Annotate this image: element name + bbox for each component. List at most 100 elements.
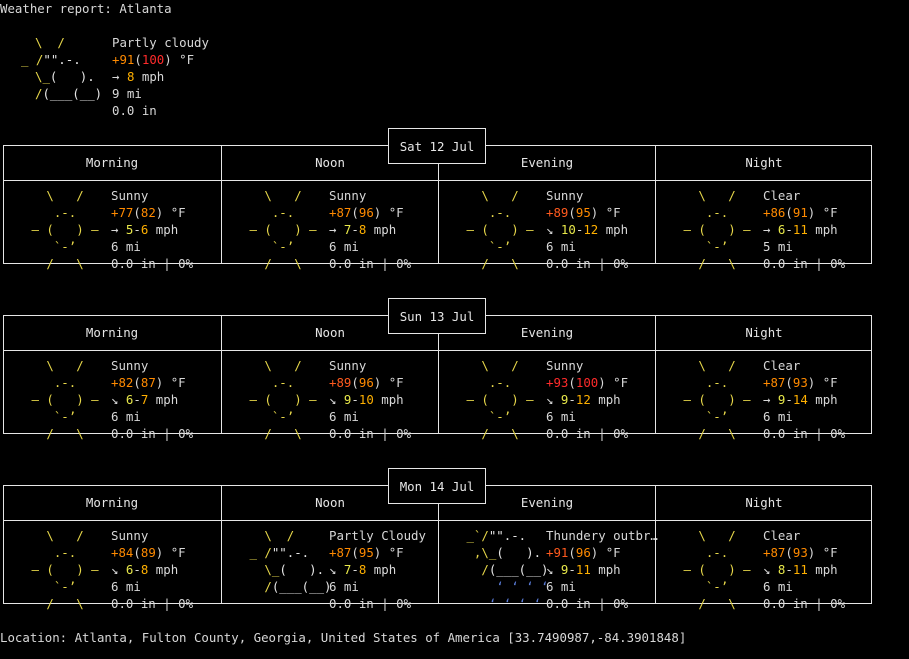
period-title: Morning — [85, 155, 139, 170]
sunny-icon: \ / .-. ― ( ) ― `-’ / \ — [242, 358, 317, 441]
period-info: Partly Cloudy +87(95) °F ↘ 7-8 mph 6 mi 0.0 … — [329, 527, 439, 612]
day-date-label: Mon 14 Jul — [388, 468, 486, 504]
condition-text: Clear — [763, 358, 801, 373]
condition-text: Partly Cloudy — [329, 528, 426, 543]
forecast-period-night: Night \ / .-. ― ( ) ― `-’ / \ Clear +87(93… — [655, 316, 872, 441]
precipitation-text: 0.0 in | 0% — [111, 596, 194, 611]
forecast-day: Morning \ / .-. ― ( ) ― `-’ / \ Sunny +77(… — [3, 128, 872, 271]
wind-text: → 9-14 mph — [763, 392, 838, 407]
forecast-period-night: Night \ / .-. ― ( ) ― `-’ / \ Clear +87(93… — [655, 486, 872, 611]
current-temperature: +91(100) °F — [112, 52, 195, 67]
sunny-icon: \ / .-. ― ( ) ― `-’ / \ — [242, 188, 317, 271]
day-date-label: Sun 13 Jul — [388, 298, 486, 334]
sunny-icon: \ / .-. ― ( ) ― `-’ / \ — [24, 188, 99, 271]
condition-text: Sunny — [329, 188, 367, 203]
temperature-text: +87(93) °F — [763, 375, 838, 390]
precipitation-text: 0.0 in | 0% — [329, 426, 412, 441]
visibility-text: 6 mi — [111, 239, 141, 254]
sunny-icon: \ / .-. ― ( ) ― `-’ / \ — [459, 188, 534, 271]
temperature-text: +89(95) °F — [546, 205, 621, 220]
precipitation-text: 0.0 in | 0% — [111, 256, 194, 271]
sunny-icon: \ / .-. ― ( ) ― `-’ / \ — [24, 358, 99, 441]
temperature-text: +93(100) °F — [546, 375, 629, 390]
current-condition: Partly cloudy — [112, 35, 209, 50]
condition-text: Thundery outbr… — [546, 528, 658, 543]
period-title: Morning — [85, 495, 139, 510]
visibility-text: 5 mi — [763, 239, 793, 254]
period-info: Sunny +89(95) °F ↘ 10-12 mph 6 mi 0.0 in | 0… — [546, 187, 656, 272]
period-info: Clear +87(93) °F ↘ 8-11 mph 6 mi 0.0 in | 0% — [763, 527, 873, 612]
clear-icon: \ / .-. ― ( ) ― `-’ / \ — [676, 528, 751, 611]
period-info: Sunny +89(96) °F ↘ 9-10 mph 6 mi 0.0 in | 0% — [329, 357, 439, 442]
precipitation-text: 0.0 in | 0% — [546, 426, 629, 441]
wind-text: ↘ 9-11 mph — [546, 562, 621, 577]
current-precipitation: 0.0 in — [112, 103, 157, 118]
condition-text: Sunny — [111, 358, 149, 373]
forecast-period-morning: Morning \ / .-. ― ( ) ― `-’ / \ Sunny +84(… — [4, 486, 220, 611]
visibility-text: 6 mi — [546, 579, 576, 594]
wind-text: → 6-11 mph — [763, 222, 838, 237]
thundery-icon: _`/"".-. ,\_( ). /(___(__) ‘ ‘ ‘ ‘ ‘ ‘ ‘… — [459, 528, 549, 611]
period-title: Night — [745, 325, 783, 340]
wind-text: → 5-6 mph — [111, 222, 179, 237]
period-info: Clear +87(93) °F → 9-14 mph 6 mi 0.0 in | 0% — [763, 357, 873, 442]
precipitation-text: 0.0 in | 0% — [546, 596, 629, 611]
visibility-text: 6 mi — [329, 409, 359, 424]
temperature-text: +87(95) °F — [329, 545, 404, 560]
wind-text: ↘ 10-12 mph — [546, 222, 629, 237]
precipitation-text: 0.0 in | 0% — [329, 256, 412, 271]
visibility-text: 6 mi — [763, 579, 793, 594]
day-date-label: Sat 12 Jul — [388, 128, 486, 164]
precipitation-text: 0.0 in | 0% — [763, 256, 846, 271]
temperature-text: +89(96) °F — [329, 375, 404, 390]
period-info: Clear +86(91) °F → 6-11 mph 5 mi 0.0 in | 0% — [763, 187, 873, 272]
current-visibility: 9 mi — [112, 86, 142, 101]
partly-cloudy-icon: \ / _ /"".-. \_( ). /(___(__) — [242, 528, 332, 594]
condition-text: Sunny — [329, 358, 367, 373]
period-info: Sunny +82(87) °F ↘ 6-7 mph 6 mi 0.0 in | 0% — [111, 357, 221, 442]
precipitation-text: 0.0 in | 0% — [546, 256, 629, 271]
temperature-text: +91(96) °F — [546, 545, 621, 560]
visibility-text: 6 mi — [546, 409, 576, 424]
period-info: Sunny +77(82) °F → 5-6 mph 6 mi 0.0 in | 0% — [111, 187, 221, 272]
visibility-text: 6 mi — [111, 409, 141, 424]
condition-text: Sunny — [546, 358, 584, 373]
visibility-text: 6 mi — [329, 239, 359, 254]
period-info: Sunny +84(89) °F ↘ 6-8 mph 6 mi 0.0 in | 0% — [111, 527, 221, 612]
location-footer: Location: Atlanta, Fulton County, Georgi… — [0, 630, 687, 645]
precipitation-text: 0.0 in | 0% — [763, 596, 846, 611]
temperature-text: +87(96) °F — [329, 205, 404, 220]
clear-icon: \ / .-. ― ( ) ― `-’ / \ — [676, 188, 751, 271]
wind-text: ↘ 7-8 mph — [329, 562, 397, 577]
precipitation-text: 0.0 in | 0% — [329, 596, 412, 611]
wind-text: ↘ 8-11 mph — [763, 562, 838, 577]
temperature-text: +86(91) °F — [763, 205, 838, 220]
forecast-day: Morning \ / .-. ― ( ) ― `-’ / \ Sunny +82(… — [3, 298, 872, 441]
clear-icon: \ / .-. ― ( ) ― `-’ / \ — [676, 358, 751, 441]
period-title: Morning — [85, 325, 139, 340]
visibility-text: 6 mi — [546, 239, 576, 254]
temperature-text: +87(93) °F — [763, 545, 838, 560]
temperature-text: +82(87) °F — [111, 375, 186, 390]
page-title: Weather report: Atlanta — [0, 1, 172, 16]
condition-text: Sunny — [546, 188, 584, 203]
precipitation-text: 0.0 in | 0% — [763, 426, 846, 441]
wind-text: ↘ 6-7 mph — [111, 392, 179, 407]
temperature-text: +77(82) °F — [111, 205, 186, 220]
condition-text: Sunny — [111, 188, 149, 203]
period-title: Night — [745, 495, 783, 510]
period-info: Sunny +93(100) °F ↘ 9-12 mph 6 mi 0.0 in | 0… — [546, 357, 656, 442]
wind-text: ↘ 9-12 mph — [546, 392, 621, 407]
period-info: Sunny +87(96) °F → 7-8 mph 6 mi 0.0 in | 0% — [329, 187, 439, 272]
condition-text: Clear — [763, 188, 801, 203]
condition-text: Sunny — [111, 528, 149, 543]
sunny-icon: \ / .-. ― ( ) ― `-’ / \ — [24, 528, 99, 611]
forecast-period-morning: Morning \ / .-. ― ( ) ― `-’ / \ Sunny +77(… — [4, 146, 220, 271]
condition-text: Clear — [763, 528, 801, 543]
forecast-period-night: Night \ / .-. ― ( ) ― `-’ / \ Clear +86(91… — [655, 146, 872, 271]
precipitation-text: 0.0 in | 0% — [111, 426, 194, 441]
forecast-period-morning: Morning \ / .-. ― ( ) ― `-’ / \ Sunny +82(… — [4, 316, 220, 441]
sunny-icon: \ / .-. ― ( ) ― `-’ / \ — [459, 358, 534, 441]
visibility-text: 6 mi — [763, 409, 793, 424]
visibility-text: 6 mi — [111, 579, 141, 594]
